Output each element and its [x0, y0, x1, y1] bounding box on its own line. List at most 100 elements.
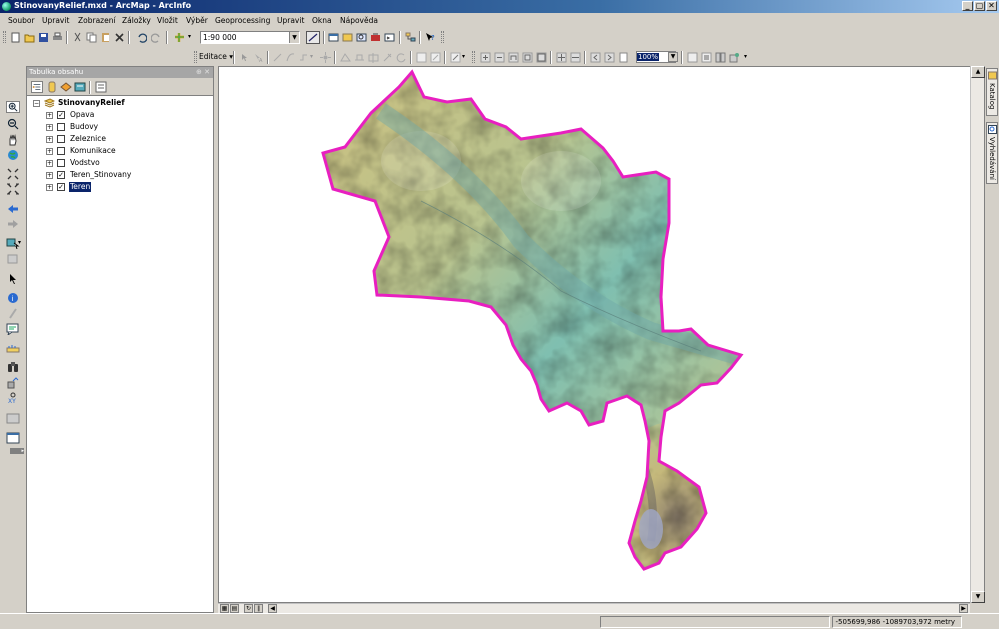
zoom-out-icon[interactable] — [6, 118, 20, 130]
hyperlink-icon[interactable] — [6, 307, 20, 319]
layer-komunikace[interactable]: Komunikace — [70, 146, 116, 156]
data-driven-pages-icon[interactable] — [729, 52, 740, 63]
undo-icon[interactable] — [136, 32, 147, 43]
group-collapse-toggle[interactable]: − — [33, 100, 40, 107]
list-by-source-icon[interactable] — [46, 81, 58, 93]
layer-expand-toggle[interactable]: + — [46, 184, 53, 191]
menu-vlozit[interactable]: Vložit — [157, 16, 178, 25]
map-display[interactable] — [218, 66, 985, 603]
html-popup-icon[interactable] — [6, 323, 20, 335]
menu-geoprocessing[interactable]: Geoprocessing — [215, 16, 270, 25]
split-icon[interactable] — [382, 52, 393, 63]
trace-icon[interactable] — [298, 52, 309, 63]
layout-overflow-icon[interactable]: ▾ — [744, 53, 747, 60]
list-by-visibility-icon[interactable] — [60, 81, 72, 93]
zoom-percent-dropdown-icon[interactable]: ▼ — [668, 52, 678, 62]
fixed-zoom-in-icon[interactable] — [556, 52, 567, 63]
scroll-right-icon[interactable]: ▶ — [959, 604, 968, 613]
map-scale-input[interactable]: 1:90 000 ▼ — [200, 31, 300, 44]
menu-vyber[interactable]: Výběr — [186, 16, 208, 25]
fixed-zoom-out-icon[interactable] — [6, 183, 20, 195]
edit-vertices-icon[interactable] — [340, 52, 351, 63]
search-window-icon[interactable] — [356, 32, 367, 43]
list-by-selection-icon[interactable] — [74, 81, 86, 93]
toc-options-icon[interactable] — [95, 81, 107, 93]
zoom-in-icon[interactable] — [6, 101, 20, 113]
layer-teren[interactable]: Teren — [69, 182, 92, 192]
focus-data-frame-icon[interactable] — [701, 52, 712, 63]
toolbar-grip[interactable] — [3, 31, 6, 43]
go-to-xy-icon[interactable]: XY — [6, 392, 20, 404]
layer-teren-stinovany[interactable]: Teren_Stinovany — [70, 170, 131, 180]
full-extent-globe-icon[interactable] — [6, 149, 20, 161]
previous-extent-icon[interactable] — [6, 203, 20, 215]
identify-icon[interactable]: i — [6, 292, 20, 304]
point-icon[interactable] — [320, 52, 331, 63]
end-point-arc-icon[interactable] — [285, 52, 296, 63]
sketch-properties-icon[interactable] — [430, 52, 441, 63]
create-features-icon[interactable] — [450, 52, 461, 63]
paste-icon[interactable] — [100, 32, 111, 43]
whats-this-icon[interactable]: ? — [425, 32, 436, 43]
new-document-icon[interactable] — [10, 32, 21, 43]
list-by-drawing-order-icon[interactable] — [31, 81, 43, 93]
layer-visibility-checkbox[interactable] — [57, 147, 65, 155]
copy-icon[interactable] — [86, 32, 97, 43]
layer-expand-toggle[interactable]: + — [46, 160, 53, 167]
go-back-extent-icon[interactable] — [590, 52, 601, 63]
layer-expand-toggle[interactable]: + — [46, 172, 53, 179]
map-horizontal-scrollbar[interactable]: ▦ ▤ ↻ ∥ ◀ ▶ — [218, 603, 970, 613]
change-layout-icon[interactable] — [715, 52, 726, 63]
layout-zoom-out-icon[interactable] — [494, 52, 505, 63]
scroll-up-icon[interactable]: ▲ — [971, 66, 985, 78]
next-extent-icon[interactable] — [6, 218, 20, 230]
toolbar-overflow-icon[interactable]: ▸ — [10, 448, 24, 454]
menu-zobrazeni[interactable]: Zobrazení — [78, 16, 116, 25]
layout-view-icon[interactable]: ▤ — [230, 604, 239, 613]
layer-visibility-checkbox[interactable] — [57, 123, 65, 131]
map-vertical-scrollbar[interactable]: ▲ ▼ — [970, 66, 985, 603]
pan-hand-icon[interactable] — [6, 134, 20, 146]
menu-soubor[interactable]: Soubor — [8, 16, 35, 25]
menu-zalozky[interactable]: Záložky — [122, 16, 151, 25]
toolbar-grip[interactable] — [441, 31, 444, 43]
open-folder-icon[interactable] — [24, 32, 35, 43]
python-window-icon[interactable] — [384, 32, 395, 43]
find-route-icon[interactable] — [6, 377, 20, 389]
select-features-dropdown-icon[interactable]: ▾ — [18, 239, 21, 246]
pause-drawing-icon[interactable]: ∥ — [254, 604, 263, 613]
edit-tool-icon[interactable] — [239, 52, 250, 63]
menu-napoveda[interactable]: Nápověda — [340, 16, 378, 25]
reshape-icon[interactable] — [354, 52, 365, 63]
toolbar-grip[interactable] — [472, 51, 475, 63]
layer-expand-toggle[interactable]: + — [46, 112, 53, 119]
editor-toolbar-icon[interactable] — [306, 31, 320, 44]
layer-visibility-checkbox[interactable]: ✓ — [57, 171, 65, 179]
catalog-window-icon[interactable] — [342, 32, 353, 43]
layer-visibility-checkbox[interactable] — [57, 159, 65, 167]
layer-visibility-checkbox[interactable]: ✓ — [57, 111, 65, 119]
layout-pan-icon[interactable] — [508, 52, 519, 63]
editor-overflow-icon[interactable]: ▾ — [462, 53, 465, 60]
layer-expand-toggle[interactable]: + — [46, 124, 53, 131]
print-icon[interactable] — [52, 32, 63, 43]
layout-page-icon[interactable] — [618, 52, 629, 63]
select-elements-arrow-icon[interactable] — [6, 273, 20, 285]
layer-opava[interactable]: Opava — [70, 110, 94, 120]
go-forward-extent-icon[interactable] — [604, 52, 615, 63]
scroll-left-icon[interactable]: ◀ — [268, 604, 277, 613]
layer-vodstvo[interactable]: Vodstvo — [70, 158, 100, 168]
menu-upravit-2[interactable]: Upravit — [277, 16, 304, 25]
layer-budovy[interactable]: Budovy — [70, 122, 98, 132]
edit-annotation-icon[interactable]: A — [253, 52, 264, 63]
cut-icon[interactable] — [72, 32, 83, 43]
fixed-zoom-in-icon[interactable] — [6, 168, 20, 180]
zoom-whole-page-icon[interactable] — [522, 52, 533, 63]
straight-segment-icon[interactable] — [272, 52, 283, 63]
menu-okna[interactable]: Okna — [312, 16, 332, 25]
menu-upravit[interactable]: Upravit — [42, 16, 69, 25]
toggle-draft-mode-icon[interactable] — [687, 52, 698, 63]
catalog-tab[interactable]: Katalog — [986, 68, 998, 116]
layer-zeleznice[interactable]: Zeleznice — [70, 134, 106, 144]
refresh-view-icon[interactable]: ↻ — [244, 604, 253, 613]
